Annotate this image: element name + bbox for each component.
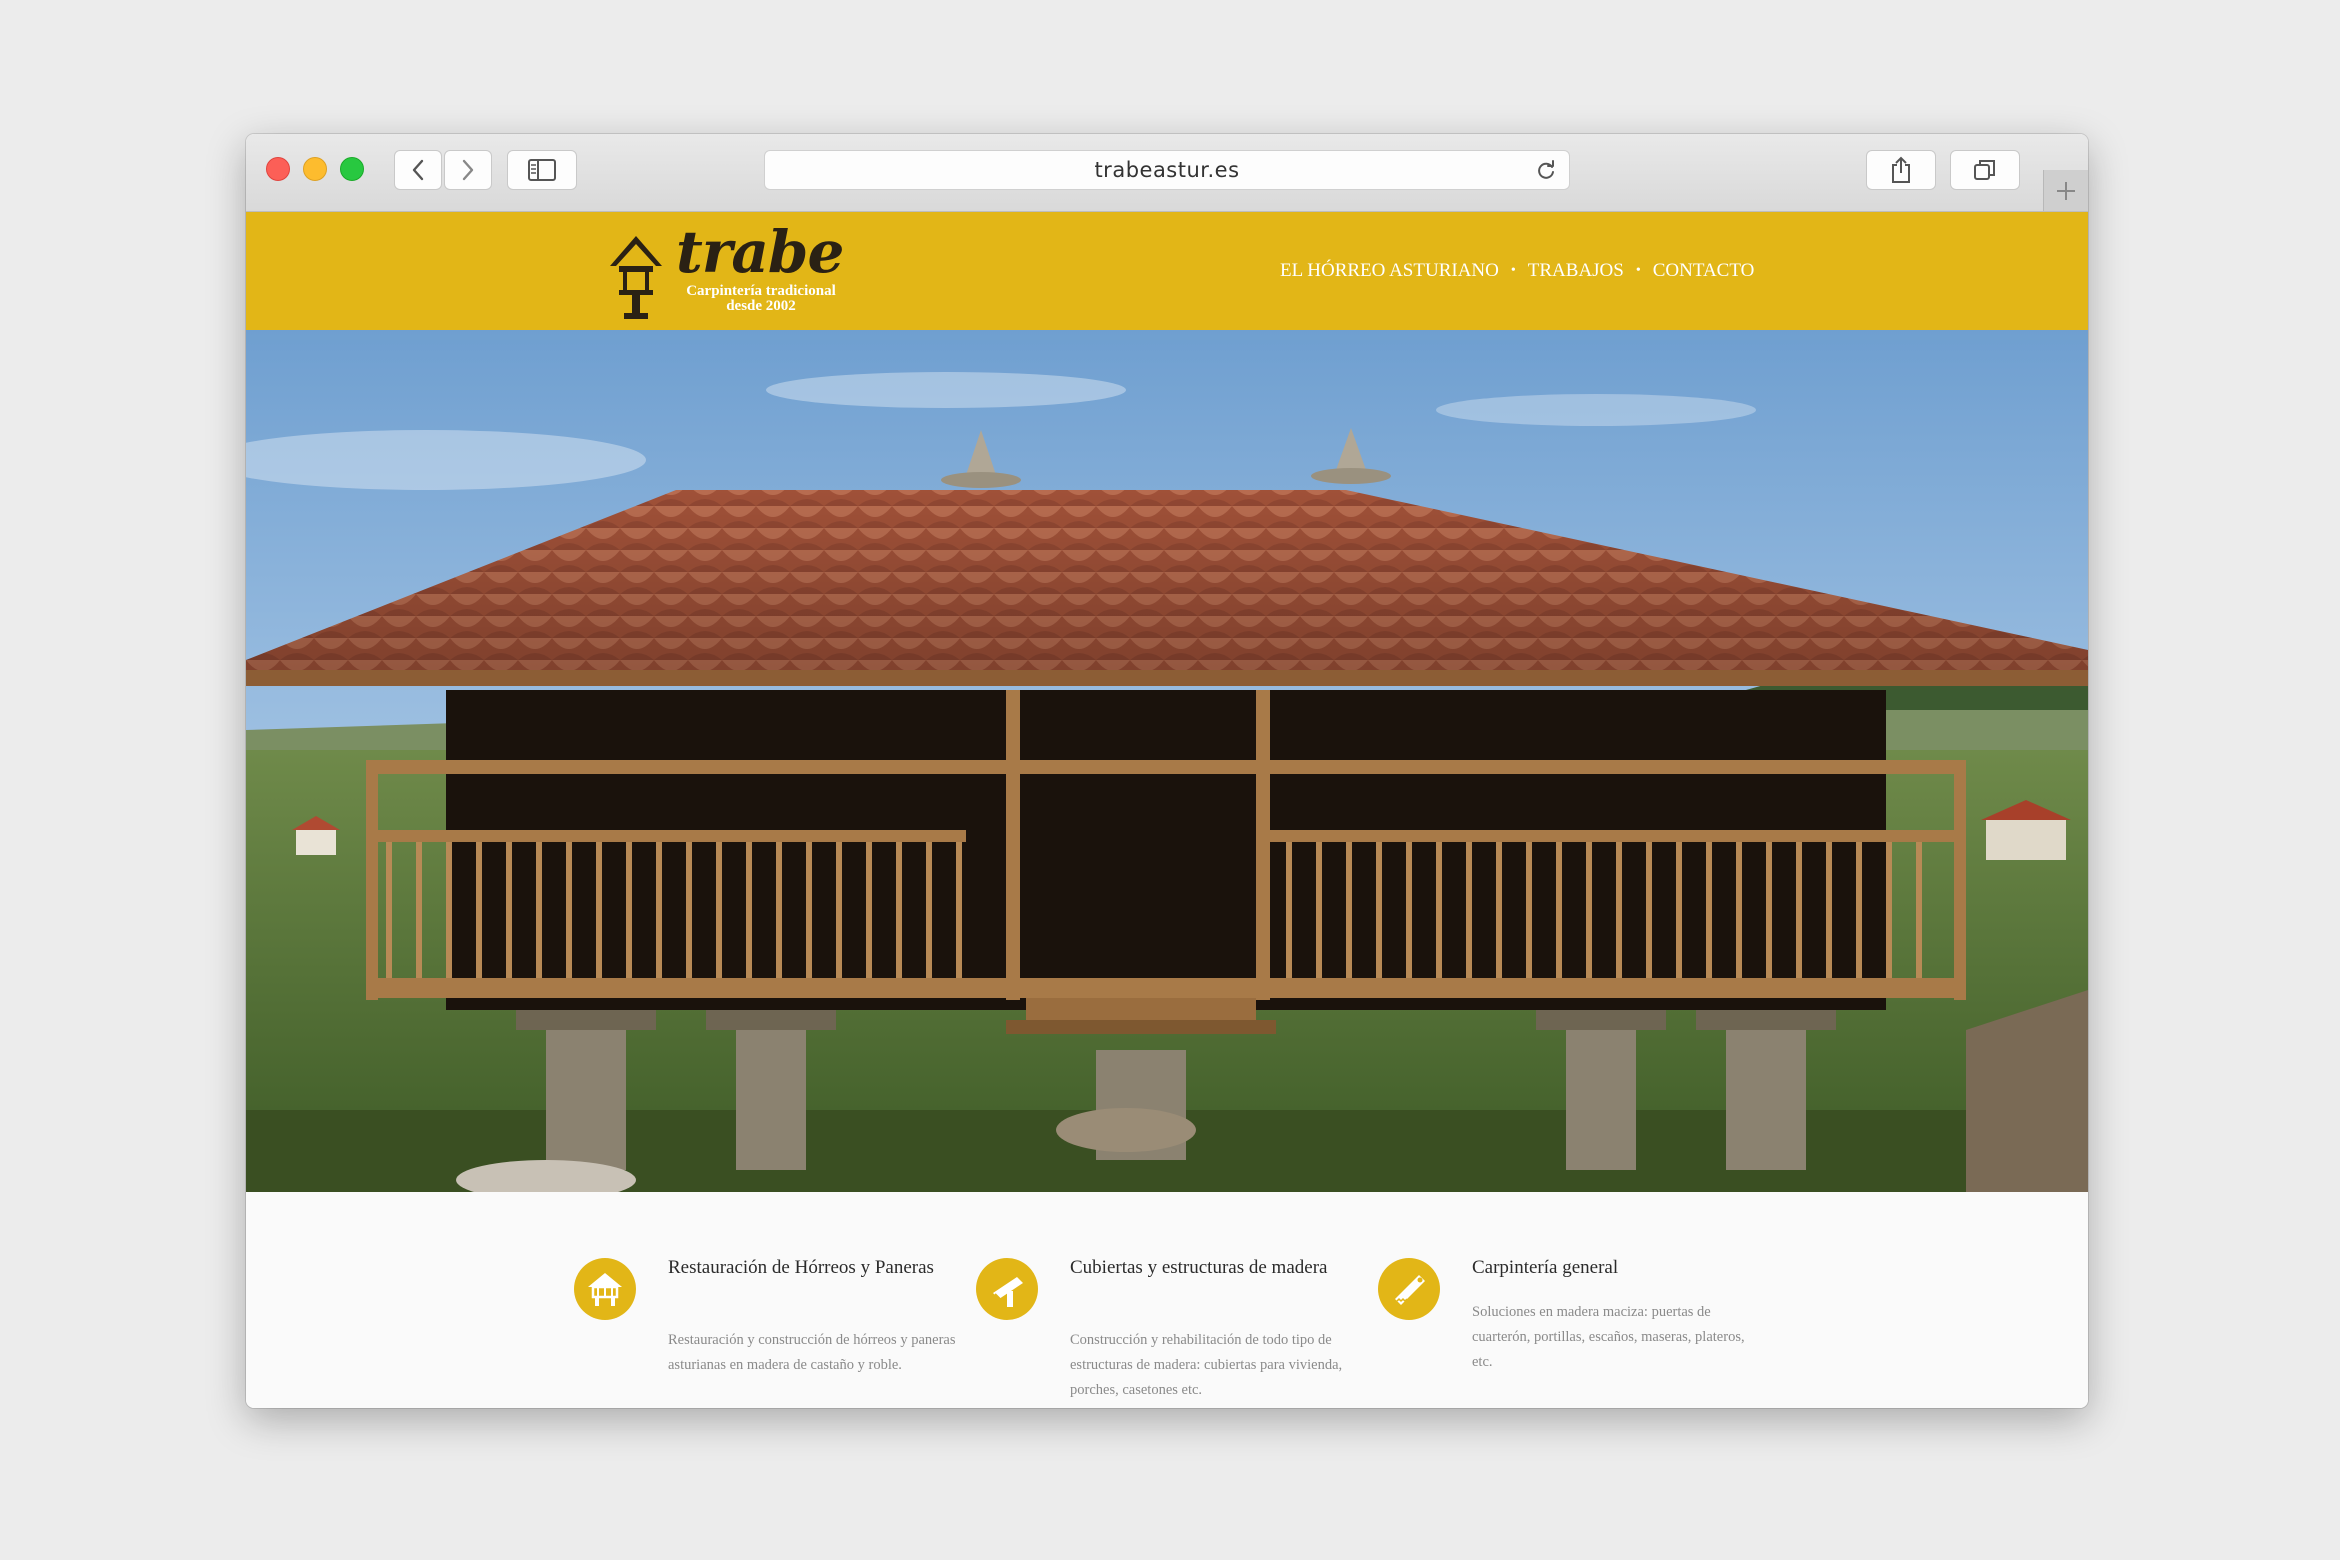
logo-tagline: Carpintería tradicional desde 2002	[666, 284, 856, 314]
chevron-right-icon	[462, 159, 474, 181]
browser-toolbar: trabeastur.es	[246, 134, 2088, 212]
service-title: Cubiertas y estructuras de madera	[1070, 1257, 1328, 1278]
hero-image	[246, 330, 2088, 1192]
plus-icon	[2057, 181, 2075, 200]
horreo-icon	[574, 1258, 636, 1320]
nav-link-trabajos[interactable]: TRABAJOS	[1528, 260, 1624, 282]
service-description: Restauración y construcción de hórreos y…	[668, 1332, 956, 1373]
tabs-overview-button[interactable]	[1950, 150, 2020, 190]
url-text: trabeastur.es	[1094, 158, 1240, 182]
saw-icon	[1378, 1258, 1440, 1320]
service-description: Soluciones en madera maciza: puertas de …	[1472, 1304, 1745, 1370]
nav-link-contacto[interactable]: CONTACTO	[1653, 260, 1755, 282]
logo-tagline-line2: desde 2002	[726, 298, 796, 314]
address-bar[interactable]: trabeastur.es	[764, 150, 1570, 190]
zoom-window-button[interactable]	[340, 157, 364, 181]
tabs-icon	[1974, 160, 1995, 180]
logo-tagline-line1: Carpintería tradicional	[686, 283, 836, 299]
horreo-logo-icon	[610, 236, 662, 319]
share-icon	[1892, 156, 1910, 183]
nav-link-horreo[interactable]: EL HÓRREO ASTURIANO	[1280, 260, 1499, 282]
service-title: Carpintería general	[1472, 1257, 1619, 1278]
nav-separator: •	[1635, 263, 1641, 278]
forward-button[interactable]	[444, 150, 492, 190]
share-button[interactable]	[1866, 150, 1936, 190]
sidebar-toggle-button[interactable]	[507, 150, 577, 190]
site-logo[interactable]: trabe Carpintería tradicional desde 2002	[606, 218, 866, 324]
chevron-left-icon	[412, 159, 424, 181]
minimize-window-button[interactable]	[303, 157, 327, 181]
logo-wordmark: trabe	[676, 218, 844, 286]
close-window-button[interactable]	[266, 157, 290, 181]
new-tab-button[interactable]	[2043, 170, 2088, 211]
hammer-icon	[976, 1258, 1038, 1320]
nav-separator: •	[1510, 263, 1516, 278]
service-description: Construcción y rehabilitación de todo ti…	[1070, 1332, 1343, 1398]
main-nav: EL HÓRREO ASTURIANO • TRABAJOS • CONTACT…	[1280, 212, 1754, 330]
sidebar-icon	[528, 159, 556, 181]
reload-icon[interactable]	[1535, 160, 1557, 182]
services-section: Restauración de Hórreos y Paneras Restau…	[246, 1192, 2088, 1408]
service-title: Restauración de Hórreos y Paneras	[668, 1257, 934, 1278]
browser-window: trabeastur.es trabe Carpintería tradicio…	[246, 134, 2088, 1408]
back-button[interactable]	[394, 150, 442, 190]
site-header: trabe Carpintería tradicional desde 2002…	[246, 212, 2088, 330]
